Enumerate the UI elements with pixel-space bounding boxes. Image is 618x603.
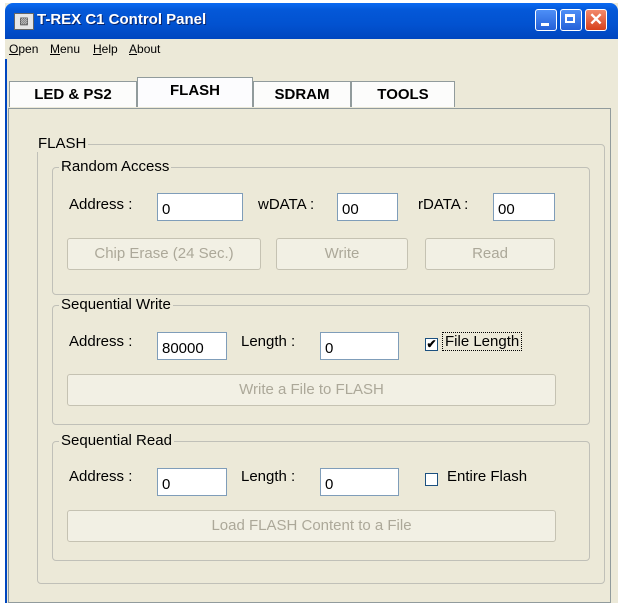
- ra-address-field[interactable]: 0: [157, 193, 243, 221]
- close-button[interactable]: ✕: [585, 9, 607, 31]
- tab-tools[interactable]: TOOLS: [351, 81, 455, 107]
- minimize-icon: [541, 23, 549, 26]
- write-button[interactable]: Write: [276, 238, 408, 270]
- sr-address-field[interactable]: 0: [157, 468, 227, 496]
- ra-wdata-field[interactable]: 00: [337, 193, 398, 221]
- sw-length-field[interactable]: 0: [320, 332, 399, 360]
- menu-open[interactable]: Open: [9, 42, 38, 56]
- title-bar[interactable]: ▨ T-REX C1 Control Panel ✕: [5, 3, 618, 39]
- tab-flash[interactable]: FLASH: [137, 77, 253, 107]
- ra-rdata-label: rDATA :: [418, 196, 469, 213]
- window-title: T-REX C1 Control Panel: [37, 11, 207, 28]
- sequential-write-group: Sequential Write Address : 80000 Length …: [52, 296, 590, 425]
- tab-sdram[interactable]: SDRAM: [253, 81, 351, 107]
- flash-tab-panel: FLASH Random Access Address : 0 wDATA : …: [8, 108, 611, 603]
- sequential-read-group: Sequential Read Address : 0 Length : 0 E…: [52, 432, 590, 561]
- minimize-button[interactable]: [535, 9, 557, 31]
- app-icon[interactable]: ▨: [14, 13, 34, 30]
- menu-about[interactable]: About: [129, 42, 160, 56]
- menu-help[interactable]: Help: [93, 42, 118, 56]
- chip-erase-button[interactable]: Chip Erase (24 Sec.): [67, 238, 261, 270]
- maximize-icon: [565, 14, 575, 23]
- ra-rdata-field[interactable]: 00: [493, 193, 555, 221]
- sr-address-label: Address :: [69, 468, 133, 485]
- file-length-label[interactable]: File Length: [442, 332, 523, 351]
- sw-length-label: Length :: [241, 333, 296, 350]
- write-file-to-flash-button[interactable]: Write a File to FLASH: [67, 374, 556, 406]
- flash-group-label: FLASH: [36, 135, 89, 152]
- sequential-write-label: Sequential Write: [59, 296, 173, 313]
- entire-flash-label[interactable]: Entire Flash: [447, 468, 527, 485]
- close-icon: ✕: [588, 10, 604, 29]
- file-length-checkbox[interactable]: ✔: [425, 338, 438, 351]
- sr-length-field[interactable]: 0: [320, 468, 399, 496]
- sr-length-label: Length :: [241, 468, 296, 485]
- sw-address-label: Address :: [69, 333, 133, 350]
- load-flash-content-button[interactable]: Load FLASH Content to a File: [67, 510, 556, 542]
- tab-led-ps2[interactable]: LED & PS2: [9, 81, 137, 107]
- flash-group: FLASH Random Access Address : 0 wDATA : …: [36, 135, 605, 584]
- random-access-group: Random Access Address : 0 wDATA : 00 rDA…: [52, 158, 590, 295]
- sw-address-field[interactable]: 80000: [157, 332, 227, 360]
- ra-wdata-label: wDATA :: [258, 196, 315, 213]
- ra-address-label: Address :: [69, 196, 133, 213]
- sequential-read-label: Sequential Read: [59, 432, 174, 449]
- menu-bar: Open Menu Help About: [5, 39, 618, 59]
- random-access-label: Random Access: [59, 158, 172, 175]
- window-left-border: [5, 59, 7, 603]
- main-window: ▨ T-REX C1 Control Panel ✕ Open Menu Hel…: [5, 3, 618, 603]
- read-button[interactable]: Read: [425, 238, 555, 270]
- menu-menu[interactable]: Menu: [50, 42, 80, 56]
- maximize-button[interactable]: [560, 9, 582, 31]
- entire-flash-checkbox[interactable]: [425, 473, 438, 486]
